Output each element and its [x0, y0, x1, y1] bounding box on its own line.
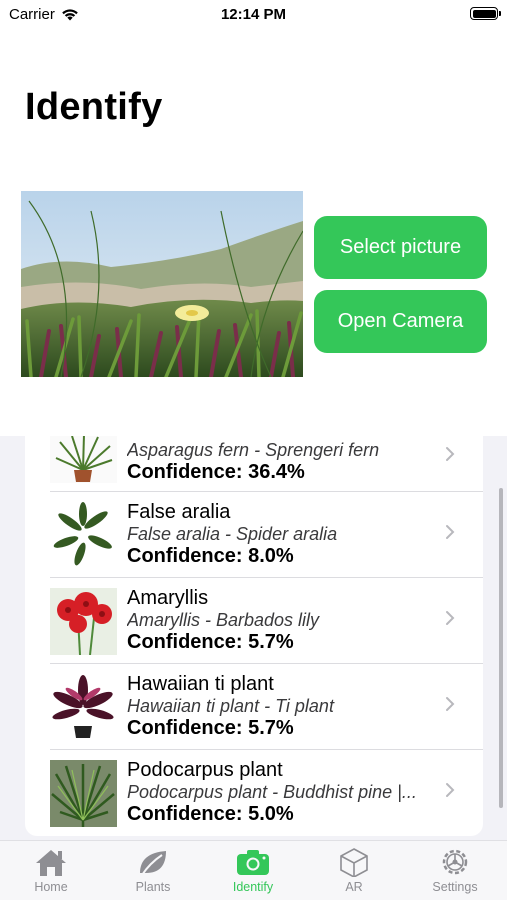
plant-thumbnail — [50, 760, 117, 827]
tab-bar: Home Plants Identify AR Settings — [0, 840, 507, 900]
result-text: Hawaiian ti plant Hawaiian ti plant - Ti… — [127, 673, 443, 740]
page-title: Identify — [25, 86, 163, 128]
tab-label: Settings — [432, 880, 478, 894]
plant-thumbnail — [50, 588, 117, 655]
chevron-right-icon — [445, 524, 459, 544]
result-text: Podocarpus plant Podocarpus plant - Budd… — [127, 759, 443, 826]
result-subtitle: False aralia - Spider aralia — [127, 524, 338, 544]
tab-label: Plants — [135, 880, 171, 894]
plant-thumbnail — [50, 436, 117, 483]
camera-icon — [237, 850, 269, 875]
results-scrollbar[interactable] — [499, 488, 503, 808]
gear-icon — [442, 849, 468, 875]
result-name: Podocarpus plant — [127, 759, 283, 781]
result-name: False aralia — [127, 501, 231, 523]
result-confidence: Confidence: 5.0% — [127, 803, 294, 825]
tab-label: Home — [34, 880, 68, 894]
cube-icon — [340, 848, 368, 877]
result-row[interactable]: Podocarpus plant Podocarpus plant - Budd… — [25, 750, 483, 836]
tab-plants[interactable]: Plants — [108, 847, 198, 894]
chevron-right-icon — [445, 610, 459, 630]
leaf-icon — [140, 851, 166, 876]
results-list: Asparagus fern - Sprengeri fern Confiden… — [25, 436, 483, 836]
open-camera-button[interactable]: Open Camera — [314, 290, 487, 353]
tab-label: AR — [345, 880, 363, 894]
tab-home[interactable]: Home — [6, 847, 96, 894]
result-row[interactable]: Hawaiian ti plant Hawaiian ti plant - Ti… — [25, 664, 483, 750]
result-confidence: Confidence: 5.7% — [127, 631, 294, 653]
select-picture-button[interactable]: Select picture — [314, 216, 487, 279]
result-confidence: Confidence: 8.0% — [127, 545, 294, 567]
tab-label: Identify — [232, 880, 274, 894]
battery-icon — [470, 7, 501, 20]
result-confidence: Confidence: 36.4% — [127, 461, 305, 483]
house-icon — [36, 850, 66, 876]
chevron-right-icon — [445, 446, 459, 466]
plant-thumbnail — [50, 502, 117, 569]
result-subtitle: Hawaiian ti plant - Ti plant — [127, 696, 334, 716]
result-subtitle: Asparagus fern - Sprengeri fern — [127, 440, 380, 460]
tab-settings[interactable]: Settings — [410, 847, 500, 894]
result-subtitle: Podocarpus plant - Buddhist pine |... — [127, 782, 417, 802]
result-name: Amaryllis — [127, 587, 209, 609]
chevron-right-icon — [445, 696, 459, 716]
result-name: Hawaiian ti plant — [127, 673, 274, 695]
status-time: 12:14 PM — [220, 6, 287, 23]
result-text: False aralia False aralia - Spider arali… — [127, 501, 443, 568]
selected-photo — [21, 191, 303, 377]
chevron-right-icon — [445, 782, 459, 802]
result-confidence: Confidence: 5.7% — [127, 717, 294, 739]
plant-thumbnail — [50, 674, 117, 741]
result-text: Amaryllis Amaryllis - Barbados lily Conf… — [127, 587, 443, 654]
result-text: Asparagus fern - Sprengeri fern Confiden… — [127, 440, 443, 484]
result-row[interactable]: Asparagus fern - Sprengeri fern Confiden… — [25, 436, 483, 492]
tab-ar[interactable]: AR — [309, 847, 399, 894]
result-row[interactable]: False aralia False aralia - Spider arali… — [25, 492, 483, 578]
result-subtitle: Amaryllis - Barbados lily — [127, 610, 320, 630]
result-row[interactable]: Amaryllis Amaryllis - Barbados lily Conf… — [25, 578, 483, 664]
tab-identify[interactable]: Identify — [208, 847, 298, 894]
status-bar: Carrier 12:14 PM — [0, 0, 507, 30]
